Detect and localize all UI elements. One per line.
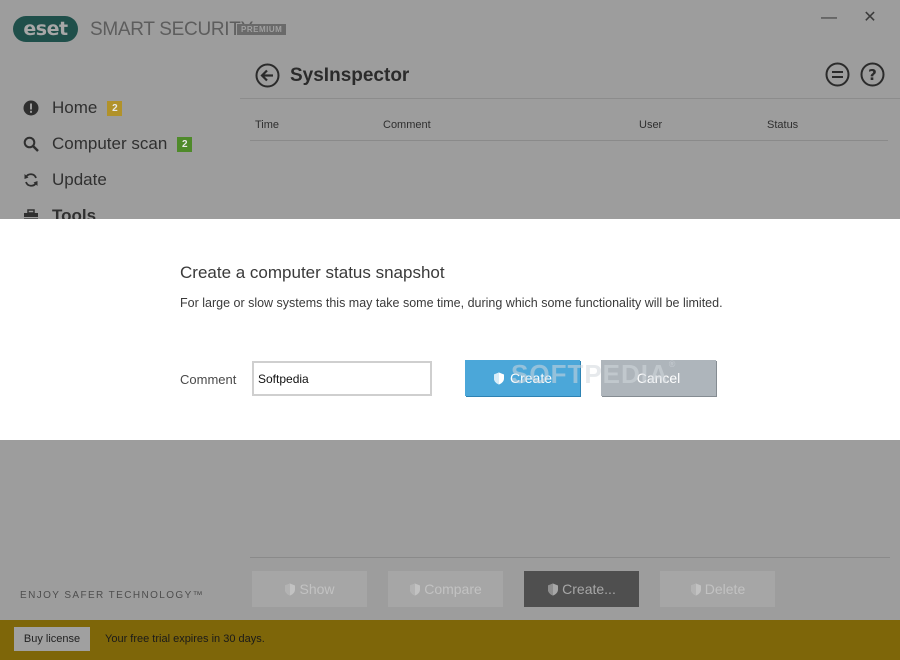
- menu-icon: [825, 62, 850, 87]
- trial-message: Your free trial expires in 30 days.: [105, 633, 265, 645]
- svg-text:?: ?: [868, 66, 877, 84]
- actions-divider: [250, 557, 890, 558]
- refresh-icon: [22, 171, 40, 189]
- magnifier-icon: [22, 135, 40, 153]
- shield-icon: [690, 583, 701, 595]
- dialog-create-label: Create: [509, 370, 553, 386]
- compare-button[interactable]: Compare: [388, 571, 503, 607]
- sidebar-item-label: Computer scan: [52, 134, 168, 153]
- sidebar-item-label: Home: [52, 98, 98, 117]
- column-header-time[interactable]: Time: [255, 119, 279, 131]
- snapshot-dialog: Create a computer status snapshot For la…: [0, 219, 900, 440]
- eset-logo: eset: [13, 16, 78, 42]
- help-button[interactable]: ?: [860, 62, 885, 87]
- edition-badge: PREMIUM: [237, 24, 287, 35]
- dialog-create-button[interactable]: Create: [465, 360, 580, 396]
- header-divider: [240, 98, 900, 99]
- compare-button-label: Compare: [424, 581, 482, 597]
- column-header-user[interactable]: User: [639, 119, 662, 131]
- show-button[interactable]: Show: [252, 571, 367, 607]
- show-button-label: Show: [299, 581, 335, 597]
- back-button[interactable]: [255, 63, 280, 88]
- buy-license-button[interactable]: Buy license: [14, 627, 90, 651]
- sidebar-item-update[interactable]: Update: [22, 168, 107, 192]
- close-window-button[interactable]: ✕: [859, 8, 881, 28]
- delete-button-label: Delete: [704, 581, 746, 597]
- dialog-title: Create a computer status snapshot: [180, 263, 445, 282]
- product-name: SMART SECURITY: [90, 19, 253, 40]
- minimize-button[interactable]: —: [818, 8, 840, 28]
- trial-status-bar: Buy license Your free trial expires in 3…: [0, 620, 900, 660]
- tagline: ENJOY SAFER TECHNOLOGY™: [20, 590, 205, 601]
- sidebar-item-home[interactable]: Home 2: [22, 96, 123, 120]
- delete-button[interactable]: Delete: [660, 571, 775, 607]
- sidebar-item-label: Update: [52, 170, 107, 189]
- comment-input[interactable]: [252, 361, 432, 396]
- alert-circle-icon: [22, 99, 40, 117]
- column-header-comment[interactable]: Comment: [383, 119, 431, 131]
- back-arrow-icon: [255, 63, 280, 88]
- column-header-status[interactable]: Status: [767, 119, 798, 131]
- notification-badge: 2: [107, 100, 123, 116]
- shield-icon: [285, 583, 296, 595]
- comment-label: Comment: [180, 372, 237, 387]
- dialog-cancel-button[interactable]: Cancel: [601, 360, 716, 396]
- create-snapshot-button-label: Create...: [562, 581, 616, 597]
- menu-button[interactable]: [825, 62, 850, 87]
- shield-icon: [410, 583, 421, 595]
- page-title: SysInspector: [290, 65, 410, 86]
- dialog-description: For large or slow systems this may take …: [180, 296, 723, 310]
- notification-badge: 2: [177, 136, 193, 152]
- shield-icon: [548, 583, 559, 595]
- shield-icon: [493, 372, 504, 384]
- help-icon: ?: [860, 62, 885, 87]
- create-snapshot-button[interactable]: Create...: [524, 571, 639, 607]
- sidebar-item-computer-scan[interactable]: Computer scan 2: [22, 132, 193, 156]
- snapshot-table-header: Time Comment User Status: [250, 113, 888, 141]
